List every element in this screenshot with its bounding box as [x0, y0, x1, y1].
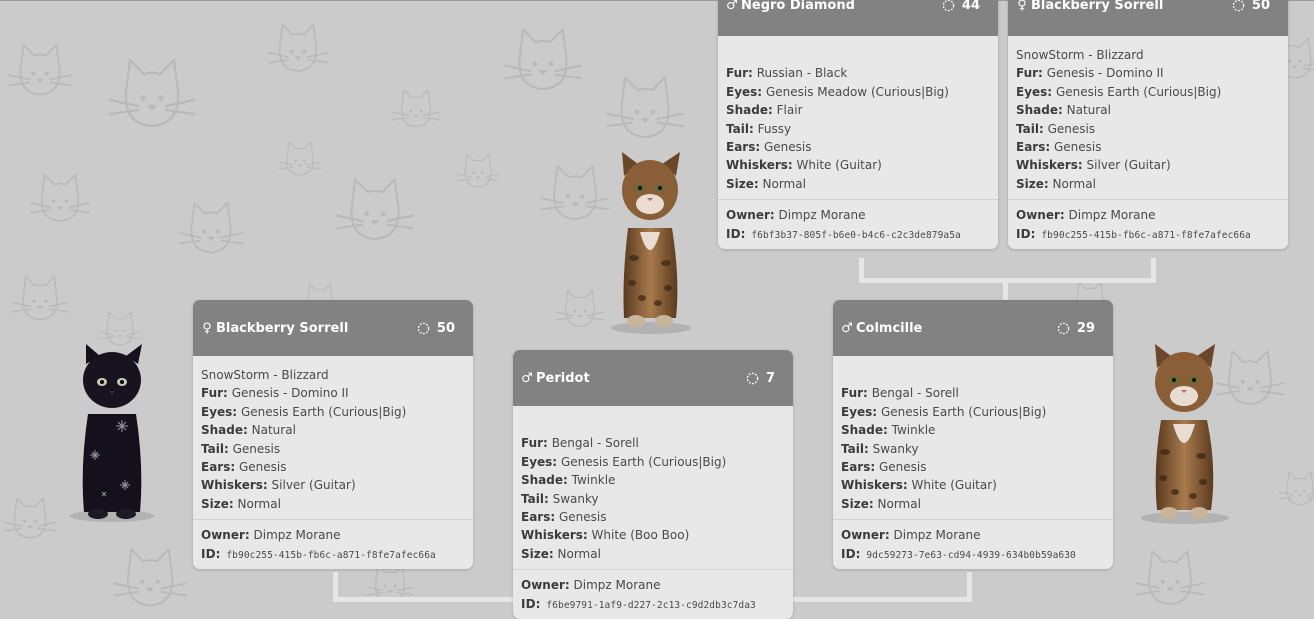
cat-card-colmcille[interactable]: ♂ Colmcille 29 Fur: Bengal - Sorell Eyes… [833, 300, 1113, 569]
eyes-value: Genesis Meadow (Curious|Big) [765, 84, 949, 99]
whiskers-value: White (Boo Boo) [591, 528, 690, 543]
breed-line: SnowStorm - Blizzard [201, 368, 329, 382]
tail-value: Genesis [1047, 121, 1096, 136]
tail-value: Swanky [552, 491, 599, 506]
cat-avatar-colmcille[interactable] [1135, 340, 1235, 534]
cat-card-blackberry-sorrell[interactable]: ♀ Blackberry Sorrell 50 SnowStorm - Bliz… [193, 300, 473, 569]
ears-value: Genesis [763, 139, 812, 154]
card-footer: Owner: Dimpz Morane ID: 9dc59273-7e63-cd… [833, 519, 1113, 569]
card-header: ♀ Blackberry Sorrell 50 [1008, 0, 1288, 36]
card-footer: Owner: Dimpz Morane ID: fb90c255-415b-fb… [193, 519, 473, 569]
tree-connector [1003, 278, 1008, 302]
breed-line [521, 416, 785, 434]
card-header: ♂ Colmcille 29 [833, 300, 1113, 356]
owner-value: Dimpz Morane [573, 578, 661, 593]
ears-value: Genesis [1053, 139, 1102, 154]
female-icon: ♀ [1017, 0, 1027, 13]
id-value: fb90c255-415b-fb6c-a871-f8fe7afec66a [226, 549, 436, 561]
shade-value: Twinkle [891, 423, 936, 438]
whiskers-value: Silver (Guitar) [271, 478, 356, 493]
card-traits: Fur: Bengal - Sorell Eyes: Genesis Earth… [513, 406, 793, 569]
owner-value: Dimpz Morane [893, 528, 981, 543]
tail-value: Swanky [872, 441, 919, 456]
card-traits: Fur: Russian - Black Eyes: Genesis Meado… [718, 36, 998, 199]
fur-value: Russian - Black [756, 66, 848, 81]
ears-value: Genesis [558, 509, 607, 524]
cat-name[interactable]: Blackberry Sorrell [1031, 0, 1163, 13]
ears-value: Genesis [238, 459, 287, 474]
cat-name[interactable]: Colmcille [856, 321, 922, 336]
male-icon: ♂ [726, 0, 738, 13]
cat-card-blackberry-sorrell-top[interactable]: ♀ Blackberry Sorrell 50 SnowStorm - Bliz… [1008, 0, 1288, 249]
card-footer: Owner: Dimpz Morane ID: fb90c255-415b-fb… [1008, 199, 1288, 249]
fur-value: Bengal - Sorell [551, 436, 639, 451]
cat-name[interactable]: Peridot [536, 371, 590, 386]
fur-value: Genesis - Domino II [1046, 66, 1164, 81]
shade-value: Flair [776, 103, 803, 118]
breed-line: SnowStorm - Blizzard [1016, 48, 1144, 62]
id-value: f6bf3b37-805f-b6e0-b4c6-c2c3de879a5a [751, 229, 961, 241]
level-icon [746, 372, 759, 384]
whiskers-value: Silver (Guitar) [1086, 158, 1171, 173]
level-icon [417, 322, 430, 334]
eyes-value: Genesis Earth (Curious|Big) [560, 454, 727, 469]
size-value: Normal [1052, 176, 1096, 191]
owner-value: Dimpz Morane [1068, 208, 1156, 223]
male-icon: ♂ [841, 320, 853, 336]
fur-value: Bengal - Sorell [871, 386, 959, 401]
owner-value: Dimpz Morane [778, 208, 866, 223]
breed-line [726, 46, 990, 64]
whiskers-value: White (Guitar) [911, 478, 997, 493]
size-value: Normal [877, 496, 921, 511]
cat-card-negro-diamond[interactable]: ♂ Negro Diamond 44 Fur: Russian - Black … [718, 0, 998, 249]
tail-value: Genesis [232, 441, 281, 456]
level-icon [1057, 322, 1070, 334]
eyes-value: Genesis Earth (Curious|Big) [1055, 84, 1222, 99]
shade-value: Natural [1066, 103, 1111, 118]
card-header: ♂ Peridot 7 [513, 350, 793, 406]
card-traits: Fur: Bengal - Sorell Eyes: Genesis Earth… [833, 356, 1113, 519]
id-value: fb90c255-415b-fb6c-a871-f8fe7afec66a [1041, 229, 1251, 241]
breed-line [841, 366, 1105, 384]
cat-card-peridot[interactable]: ♂ Peridot 7 Fur: Bengal - Sorell Eyes: G… [513, 350, 793, 619]
tail-value: Fussy [757, 121, 792, 136]
card-footer: Owner: Dimpz Morane ID: f6bf3b37-805f-b6… [718, 199, 998, 249]
whiskers-value: White (Guitar) [796, 158, 882, 173]
card-header: ♀ Blackberry Sorrell 50 [193, 300, 473, 356]
card-traits: SnowStorm - Blizzard Fur: Genesis - Domi… [193, 356, 473, 519]
fur-value: Genesis - Domino II [231, 386, 349, 401]
eyes-value: Genesis Earth (Curious|Big) [240, 404, 407, 419]
cat-level: 50 [436, 320, 455, 336]
id-value: 9dc59273-7e63-cd94-4939-634b0b59a630 [866, 549, 1076, 561]
level-icon [942, 0, 955, 12]
ears-value: Genesis [878, 459, 927, 474]
cat-name[interactable]: Negro Diamond [741, 0, 855, 13]
card-traits: SnowStorm - Blizzard Fur: Genesis - Domi… [1008, 36, 1288, 199]
owner-value: Dimpz Morane [253, 528, 341, 543]
size-value: Normal [557, 546, 601, 561]
eyes-value: Genesis Earth (Curious|Big) [880, 404, 1047, 419]
cat-level: 7 [765, 370, 775, 386]
card-footer: Owner: Dimpz Morane ID: f6be9791-1af9-d2… [513, 569, 793, 619]
level-icon [1232, 0, 1245, 12]
male-icon: ♂ [521, 370, 533, 386]
cat-level: 50 [1251, 0, 1270, 13]
cat-level: 29 [1076, 320, 1095, 336]
cat-level: 44 [961, 0, 980, 13]
cat-avatar-blackberry[interactable] [62, 342, 162, 528]
cat-name[interactable]: Blackberry Sorrell [216, 321, 348, 336]
size-value: Normal [762, 176, 806, 191]
shade-value: Twinkle [571, 473, 616, 488]
female-icon: ♀ [202, 320, 212, 336]
shade-value: Natural [251, 423, 296, 438]
size-value: Normal [237, 496, 281, 511]
cat-avatar-peridot[interactable] [606, 148, 696, 342]
id-value: f6be9791-1af9-d227-2c13-c9d2db3c7da3 [546, 599, 756, 611]
card-header: ♂ Negro Diamond 44 [718, 0, 998, 36]
